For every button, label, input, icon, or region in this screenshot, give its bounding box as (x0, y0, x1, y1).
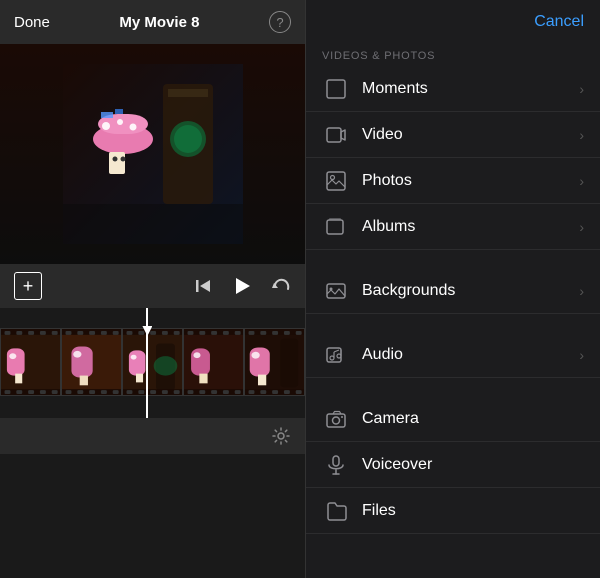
undo-button[interactable] (271, 276, 291, 296)
audio-icon (322, 341, 350, 369)
menu-item-backgrounds[interactable]: Backgrounds › (306, 268, 600, 314)
menu-item-files[interactable]: Files (306, 488, 600, 534)
photos-icon (322, 167, 350, 195)
photos-label: Photos (362, 172, 579, 190)
timeline-strip (0, 328, 305, 396)
menu-item-photos[interactable]: Photos › (306, 158, 600, 204)
albums-icon (322, 213, 350, 241)
audio-label: Audio (362, 346, 579, 364)
playhead (146, 308, 148, 418)
media-browser-panel: Cancel VIDEOS & PHOTOS Moments › Video › (305, 0, 600, 578)
film-frame (183, 328, 244, 396)
files-icon (322, 497, 350, 525)
skip-back-button[interactable] (193, 276, 213, 296)
film-frame (244, 328, 305, 396)
moments-chevron: › (579, 81, 584, 97)
editor-header: Done My Movie 8 ? (0, 0, 305, 44)
cancel-button[interactable]: Cancel (534, 13, 584, 31)
camera-label: Camera (362, 410, 584, 428)
menu-item-camera[interactable]: Camera (306, 396, 600, 442)
film-frame (122, 328, 183, 396)
menu-item-audio[interactable]: Audio › (306, 332, 600, 378)
media-menu-list: Moments › Video › Photos (306, 66, 600, 534)
settings-button[interactable] (271, 426, 291, 446)
albums-chevron: › (579, 219, 584, 235)
voiceover-label: Voiceover (362, 456, 584, 474)
video-chevron: › (579, 127, 584, 143)
menu-item-albums[interactable]: Albums › (306, 204, 600, 250)
preview-image (63, 64, 243, 244)
camera-icon (322, 405, 350, 433)
add-media-button[interactable]: + (14, 272, 42, 300)
done-button[interactable]: Done (14, 14, 50, 31)
menu-item-moments[interactable]: Moments › (306, 66, 600, 112)
play-button[interactable] (231, 275, 253, 297)
video-icon (322, 121, 350, 149)
menu-separator-1 (306, 250, 600, 268)
photos-chevron: › (579, 173, 584, 189)
moments-label: Moments (362, 80, 579, 98)
audio-chevron: › (579, 347, 584, 363)
menu-separator-2 (306, 314, 600, 332)
backgrounds-label: Backgrounds (362, 282, 579, 300)
help-button[interactable]: ? (269, 11, 291, 33)
editor-panel: Done My Movie 8 ? (0, 0, 305, 578)
voiceover-icon (322, 451, 350, 479)
menu-item-voiceover[interactable]: Voiceover (306, 442, 600, 488)
playback-controls (193, 275, 291, 297)
section-label: VIDEOS & PHOTOS (306, 44, 600, 66)
film-frame (0, 328, 61, 396)
menu-separator-3 (306, 378, 600, 396)
albums-label: Albums (362, 218, 579, 236)
menu-item-video[interactable]: Video › (306, 112, 600, 158)
video-preview (0, 44, 305, 264)
settings-bar (0, 418, 305, 454)
backgrounds-chevron: › (579, 283, 584, 299)
film-frame (61, 328, 122, 396)
editor-title: My Movie 8 (119, 14, 199, 31)
backgrounds-icon (322, 277, 350, 305)
files-label: Files (362, 502, 584, 520)
moments-icon (322, 75, 350, 103)
video-label: Video (362, 126, 579, 144)
timeline-controls: + (0, 264, 305, 308)
timeline-area[interactable] (0, 308, 305, 418)
browser-header: Cancel (306, 0, 600, 44)
